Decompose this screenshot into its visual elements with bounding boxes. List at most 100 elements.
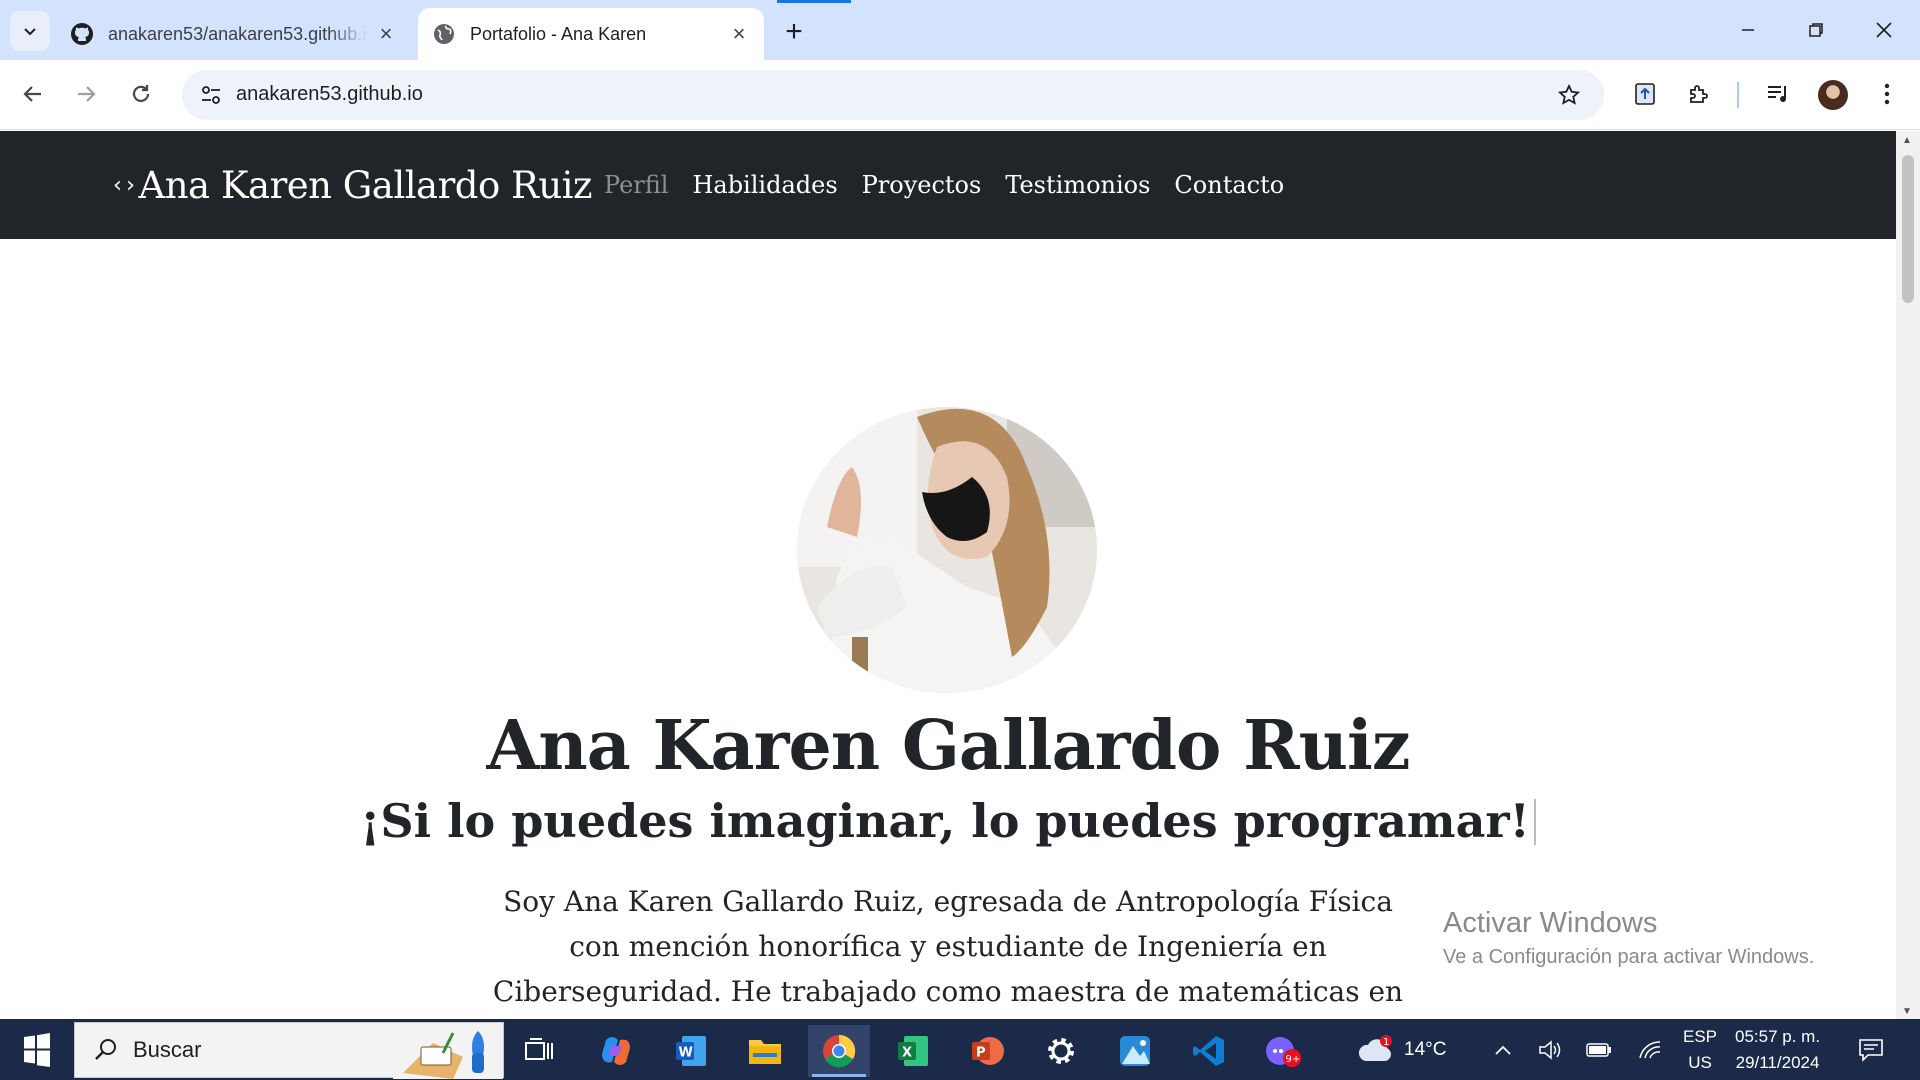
hero-name: Ana Karen Gallardo Ruiz [486, 706, 1411, 786]
minimize-button[interactable] [1714, 0, 1782, 60]
show-hidden-icons[interactable] [1494, 1019, 1512, 1080]
code-icon: ‹› [111, 172, 137, 198]
task-view-button[interactable] [508, 1025, 570, 1077]
folder-icon [749, 1040, 781, 1064]
tab-strip: anakaren53/anakaren53.github.io × Portaf… [0, 0, 1920, 60]
close-icon[interactable]: × [375, 21, 397, 46]
scrollbar-thumb[interactable] [1902, 155, 1914, 303]
gear-icon [1048, 1038, 1074, 1064]
brand-link[interactable]: ‹› Ana Karen Gallardo Ruiz [111, 163, 593, 207]
typing-caret [1533, 799, 1536, 845]
github-icon [71, 23, 93, 45]
profile-photo [797, 407, 1097, 693]
profile-avatar[interactable] [1818, 80, 1848, 110]
more-vertical-icon [1884, 83, 1890, 105]
windows-taskbar: Buscar W X P 9+ 1 14°C ESP US 05:57 p. m… [0, 1019, 1920, 1080]
region-code: US [1688, 1052, 1712, 1072]
tab-title: Portafolio - Ana Karen [470, 23, 647, 44]
page-scrollbar[interactable]: ▲ ▼ [1896, 131, 1920, 1019]
clock[interactable]: 05:57 p. m. 29/11/2024 [1735, 1019, 1820, 1080]
close-icon[interactable]: × [728, 21, 750, 46]
word-app[interactable]: W [660, 1025, 722, 1077]
scroll-down-icon[interactable]: ▼ [1902, 1006, 1912, 1017]
speaker-icon [1539, 1039, 1561, 1060]
chat-icon: 9+ [1266, 1037, 1301, 1067]
close-window-button[interactable] [1850, 0, 1918, 60]
chat-badge: 9+ [1286, 1054, 1301, 1065]
close-icon [1876, 22, 1892, 38]
browser-toolbar: anakaren53.github.io [0, 60, 1920, 130]
arrow-right-icon [78, 86, 96, 102]
weather-badge: 1 [1383, 1037, 1389, 1048]
toolbar-divider [1737, 82, 1739, 108]
activate-windows-watermark: Activar Windows Ve a Configuración para … [1443, 907, 1814, 969]
nav-link-testimonios[interactable]: Testimonios [1005, 171, 1150, 199]
scroll-up-icon[interactable]: ▲ [1902, 135, 1912, 146]
copilot-icon [602, 1037, 630, 1065]
bookmark-star-icon[interactable] [1554, 80, 1584, 110]
tab-portafolio[interactable]: Portafolio - Ana Karen × [418, 8, 764, 60]
url-text[interactable]: anakaren53.github.io [236, 83, 423, 106]
battery-status[interactable] [1586, 1019, 1612, 1080]
powerpoint-app[interactable]: P [956, 1025, 1018, 1077]
copilot-app[interactable] [585, 1025, 647, 1077]
svg-text:W: W [679, 1046, 693, 1061]
word-icon: W [676, 1036, 706, 1066]
forward-button[interactable] [66, 74, 106, 114]
restore-icon [1809, 23, 1823, 37]
upload-extension-icon [1635, 83, 1655, 105]
site-info-icon[interactable] [196, 80, 226, 110]
tab-title: anakaren53/anakaren53.github.io [108, 23, 367, 44]
svg-text:X: X [902, 1046, 912, 1061]
vscode-app[interactable] [1178, 1025, 1240, 1077]
tab-github[interactable]: anakaren53/anakaren53.github.io × [56, 8, 411, 60]
settings-app[interactable] [1030, 1025, 1092, 1077]
page-viewport: ‹› Ana Karen Gallardo Ruiz Perfil Habili… [0, 131, 1896, 1019]
language-indicator[interactable]: ESP US [1683, 1019, 1717, 1080]
photos-app[interactable] [1104, 1025, 1166, 1077]
chrome-icon [823, 1034, 856, 1068]
clock-date: 29/11/2024 [1735, 1052, 1820, 1072]
powerpoint-icon: P [972, 1037, 1004, 1065]
menu-button[interactable] [1867, 74, 1907, 114]
queue-music-icon [1768, 86, 1786, 102]
weather-widget[interactable]: 1 14°C [1356, 1019, 1446, 1080]
back-button[interactable] [13, 74, 53, 114]
nav-link-perfil[interactable]: Perfil [604, 171, 668, 199]
reload-button[interactable] [121, 74, 161, 114]
task-view-icon [525, 1038, 553, 1060]
slogan-text: ¡Si lo puedes imaginar, lo puedes [360, 794, 1234, 848]
file-explorer-app[interactable] [734, 1025, 796, 1077]
tab-search-button[interactable] [10, 11, 50, 51]
address-bar[interactable]: anakaren53.github.io [182, 70, 1604, 120]
brand-name: Ana Karen Gallardo Ruiz [138, 163, 593, 207]
extension-upload-button[interactable] [1625, 74, 1665, 114]
new-tab-button[interactable]: + [776, 14, 812, 50]
battery-icon [1586, 1042, 1611, 1057]
wifi-icon [1639, 1040, 1661, 1058]
excel-app[interactable]: X [882, 1025, 944, 1077]
language-code: ESP [1683, 1026, 1718, 1046]
site-navbar: ‹› Ana Karen Gallardo Ruiz Perfil Habili… [0, 131, 1896, 239]
search-icon [95, 1039, 116, 1060]
extensions-button[interactable] [1679, 74, 1719, 114]
nav-link-contacto[interactable]: Contacto [1174, 171, 1284, 199]
clock-time: 05:57 p. m. [1735, 1026, 1821, 1046]
volume-control[interactable] [1538, 1019, 1562, 1080]
search-highlight-illustration [393, 1023, 503, 1079]
restore-button[interactable] [1782, 0, 1850, 60]
nav-link-proyectos[interactable]: Proyectos [862, 171, 982, 199]
hero-slogan: ¡Si lo puedes imaginar, lo puedes progra… [0, 794, 1896, 848]
windows-start-icon[interactable] [14, 1033, 54, 1067]
temperature: 14°C [1404, 1038, 1447, 1060]
chat-app[interactable]: 9+ [1252, 1025, 1314, 1077]
notifications-button[interactable] [1858, 1019, 1884, 1080]
watermark-title: Activar Windows [1443, 907, 1658, 939]
taskbar-search[interactable]: Buscar [74, 1022, 504, 1079]
nav-link-habilidades[interactable]: Habilidades [692, 171, 837, 199]
media-control-button[interactable] [1758, 74, 1798, 114]
watermark-subtitle: Ve a Configuración para activar Windows. [1443, 946, 1815, 968]
chrome-app[interactable] [808, 1025, 870, 1077]
network-status[interactable] [1638, 1019, 1662, 1080]
slogan-highlight: programar! [1233, 794, 1530, 848]
